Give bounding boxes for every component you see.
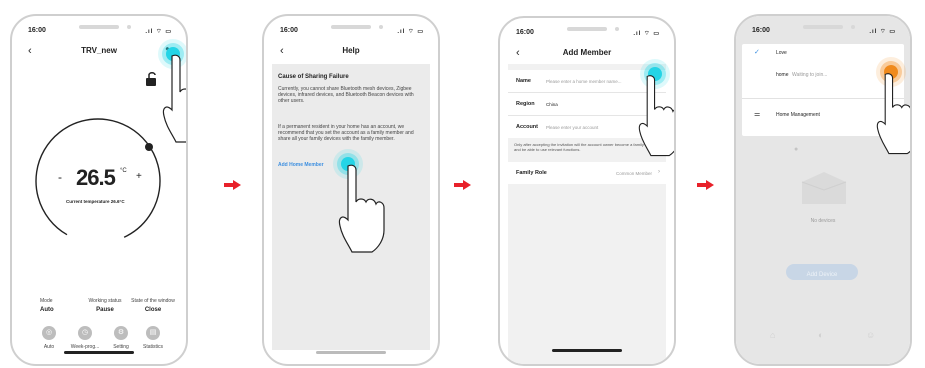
increase-button[interactable]: + bbox=[136, 171, 142, 182]
pointing-hand-icon bbox=[338, 164, 385, 253]
signal-wifi-battery-icon: .ıl ⌔ ▭ bbox=[633, 31, 660, 37]
page-title: Add Member bbox=[562, 48, 612, 57]
help-paragraph: Currently, you cannot share Bluetooth me… bbox=[278, 86, 414, 104]
status-bar: 16:00 .ıl ⌔ ▭ bbox=[736, 24, 910, 38]
status-bar: 16:00 .ıl ⌔ ▭ bbox=[12, 24, 186, 38]
current-temp-value: 26.6°C bbox=[110, 199, 125, 204]
help-paragraph: If a permanent resident in your home has… bbox=[278, 124, 414, 142]
pointing-hand-icon bbox=[638, 75, 674, 157]
home-tab-icon[interactable]: ⌂ bbox=[770, 330, 775, 340]
signal-wifi-battery-icon: .ıl ⌔ ▭ bbox=[145, 29, 172, 35]
name-input[interactable]: Please enter a home member name... bbox=[546, 79, 622, 84]
arrow-right-icon bbox=[454, 180, 471, 190]
me-tab-icon[interactable]: ☺ bbox=[866, 330, 875, 340]
unlock-icon[interactable] bbox=[146, 72, 158, 86]
region-label: Region bbox=[516, 101, 535, 107]
current-temperature: Current temperature 26.6°C bbox=[66, 199, 125, 204]
status-window: State of the window Close bbox=[124, 298, 182, 313]
signal-wifi-battery-icon: .ıl ⌔ ▭ bbox=[869, 29, 896, 35]
add-device-button[interactable]: Add Device bbox=[786, 264, 858, 280]
add-home-member-link[interactable]: Add Home Member bbox=[278, 162, 324, 168]
tab-label: Auto bbox=[43, 344, 55, 350]
pointing-hand-icon bbox=[876, 73, 910, 155]
home-item[interactable]: ✓ Love bbox=[742, 44, 904, 64]
back-icon[interactable]: ‹ bbox=[28, 42, 32, 60]
gear-icon: ⚙ bbox=[114, 326, 128, 340]
tab-label: Week-prog... bbox=[70, 344, 100, 350]
tab-label: Statistics bbox=[142, 344, 163, 350]
no-devices-text: No devices bbox=[810, 218, 836, 224]
status-label: State of the window bbox=[131, 298, 175, 304]
home-name: Love bbox=[776, 50, 787, 56]
header: ‹ TRV_new ✎ bbox=[12, 42, 186, 60]
empty-box-icon bbox=[801, 172, 847, 204]
account-input[interactable]: Please enter your account bbox=[546, 125, 598, 130]
decrease-button[interactable]: - bbox=[58, 170, 62, 184]
droplet-icon: ● bbox=[794, 146, 799, 153]
temperature-unit: °C bbox=[120, 168, 127, 174]
home-indicator bbox=[316, 351, 386, 354]
header: ‹ Add Member bbox=[500, 44, 674, 62]
family-role-row[interactable]: Family Role Common Member › bbox=[508, 162, 666, 184]
check-icon: ✓ bbox=[754, 49, 760, 56]
status-bar: 16:00 .ıl ⌔ ▭ bbox=[500, 26, 674, 40]
status-bar: 16:00 .ıl ⌔ ▭ bbox=[264, 24, 438, 38]
sliders-icon: ⚌ bbox=[754, 111, 761, 118]
tab-setting[interactable]: ⚙ Setting bbox=[108, 326, 134, 350]
status-label: Working status bbox=[88, 298, 122, 304]
header: ‹ Help bbox=[264, 42, 438, 60]
back-icon[interactable]: ‹ bbox=[280, 42, 284, 60]
add-device-label: Add Device bbox=[806, 272, 838, 278]
bottom-nav: ⌂ ◐ ☺ bbox=[736, 328, 910, 348]
status-label: Mode bbox=[40, 298, 53, 304]
page-title: TRV_new bbox=[81, 46, 117, 55]
clock-icon: ◷ bbox=[78, 326, 92, 340]
status-working: Working status Pause bbox=[82, 298, 128, 313]
home-indicator bbox=[64, 351, 134, 354]
status-mode: Mode Auto bbox=[40, 298, 80, 313]
account-label: Account bbox=[516, 124, 538, 130]
tab-label: Setting bbox=[113, 344, 129, 350]
status-value: Pause bbox=[96, 307, 114, 313]
back-icon[interactable]: ‹ bbox=[516, 44, 520, 62]
tab-week-program[interactable]: ◷ Week-prog... bbox=[68, 326, 102, 350]
phone-screen-4: 16:00 .ıl ⌔ ▭ ✓ Love home Waiting to joi… bbox=[734, 14, 912, 366]
pending-status: Waiting to join... bbox=[792, 72, 828, 78]
signal-wifi-battery-icon: .ıl ⌔ ▭ bbox=[397, 29, 424, 35]
status-value: Close bbox=[144, 307, 162, 313]
region-value: China bbox=[546, 102, 558, 107]
tab-statistics[interactable]: ▤ Statistics bbox=[138, 326, 168, 350]
name-label: Name bbox=[516, 78, 531, 84]
home-management-label: Home Management bbox=[776, 112, 820, 118]
status-time: 16:00 bbox=[516, 29, 534, 36]
statistics-icon: ▤ bbox=[146, 326, 160, 340]
phone-screen-2: 16:00 .ıl ⌔ ▭ ‹ Help Cause of Sharing Fa… bbox=[262, 14, 440, 366]
status-time: 16:00 bbox=[752, 27, 770, 34]
current-temp-label: Current temperature bbox=[66, 199, 110, 204]
family-role-label: Family Role bbox=[516, 170, 547, 176]
set-temperature: 26.5 bbox=[76, 165, 116, 190]
chevron-right-icon: › bbox=[658, 169, 660, 175]
smart-tab-icon[interactable]: ◐ bbox=[818, 330, 823, 340]
auto-icon: ◎ bbox=[42, 326, 56, 340]
arrow-right-icon bbox=[697, 180, 714, 190]
home-indicator bbox=[552, 349, 622, 352]
tab-auto[interactable]: ◎ Auto bbox=[36, 326, 62, 350]
status-time: 16:00 bbox=[280, 27, 298, 34]
status-time: 16:00 bbox=[28, 27, 46, 34]
arrow-right-icon bbox=[224, 180, 241, 190]
status-value: Auto bbox=[40, 307, 54, 313]
page-title: Help bbox=[342, 46, 360, 55]
family-role-value: Common Member bbox=[615, 171, 652, 176]
pending-name: home bbox=[776, 72, 789, 78]
phone-screen-3: 16:00 .ıl ⌔ ▭ ‹ Add Member Name Please e… bbox=[498, 16, 676, 366]
phone-screen-1: 16:00 .ıl ⌔ ▭ ‹ TRV_new ✎ - + 26.5 °C Cu… bbox=[10, 14, 188, 366]
help-heading: Cause of Sharing Failure bbox=[278, 74, 349, 80]
